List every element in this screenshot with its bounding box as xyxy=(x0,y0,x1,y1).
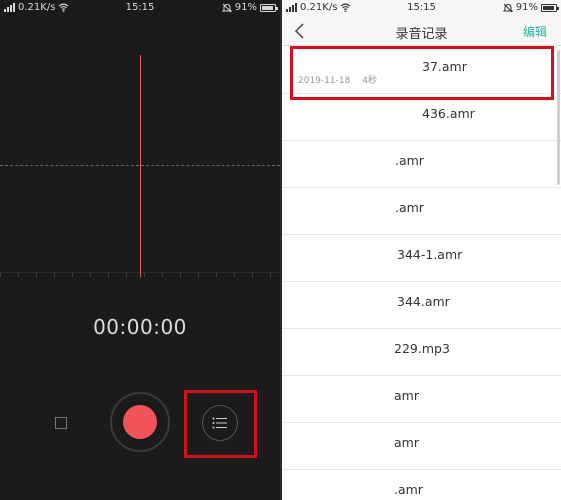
status-bar: 0.21K/s 15:15 91% xyxy=(282,0,561,16)
playhead-line xyxy=(140,55,141,277)
alarm-icon xyxy=(221,3,232,12)
list-item[interactable]: 229.mp3 xyxy=(282,329,561,376)
list-item[interactable]: .amr xyxy=(282,188,561,235)
record-icon xyxy=(123,405,157,439)
annotation-highlight-box xyxy=(184,390,257,458)
edit-button[interactable]: 编辑 xyxy=(523,23,547,40)
recordings-screen: 0.21K/s 15:15 91% 录音记录 编辑 37.amr 2019-11… xyxy=(282,0,561,500)
list-item[interactable]: amr xyxy=(282,376,561,423)
stop-icon xyxy=(55,417,67,429)
recordings-list: 37.amr 2019-11-18 4秒 436.amr .amr .amr 34… xyxy=(282,47,561,500)
recorder-screen: 0.21K/s 15:15 91% 00:00:00 xyxy=(0,0,280,500)
recording-name: amr xyxy=(394,435,419,450)
recording-name: .amr xyxy=(395,200,424,215)
stop-button[interactable] xyxy=(48,410,74,436)
battery-percent: 91% xyxy=(234,2,257,13)
list-item[interactable]: 344.amr xyxy=(282,282,561,329)
recording-name: amr xyxy=(394,388,419,403)
status-bar: 0.21K/s 15:15 91% xyxy=(0,0,280,16)
recording-name: .amr xyxy=(395,153,424,168)
recording-name: 344.amr xyxy=(397,294,450,309)
recording-name: .amr xyxy=(394,482,423,497)
list-item[interactable]: .amr xyxy=(282,470,561,500)
battery-icon xyxy=(541,3,559,12)
list-item[interactable]: 436.amr xyxy=(282,94,561,141)
annotation-highlight-box xyxy=(290,46,554,100)
nav-bar: 录音记录 编辑 xyxy=(282,16,561,46)
recording-name: 344-1.amr xyxy=(397,247,463,262)
list-item[interactable]: 344-1.amr xyxy=(282,235,561,282)
recording-name: 436.amr xyxy=(422,106,475,121)
alarm-icon xyxy=(502,3,513,12)
list-item[interactable]: amr xyxy=(282,423,561,470)
recording-name: 229.mp3 xyxy=(394,341,450,356)
record-button[interactable] xyxy=(110,392,170,452)
battery-icon xyxy=(260,3,278,12)
list-item[interactable]: .amr xyxy=(282,141,561,188)
recording-timer: 00:00:00 xyxy=(93,315,187,339)
page-title: 录音记录 xyxy=(395,27,448,42)
battery-percent: 91% xyxy=(515,2,538,13)
list-scrollbar[interactable] xyxy=(557,50,560,185)
